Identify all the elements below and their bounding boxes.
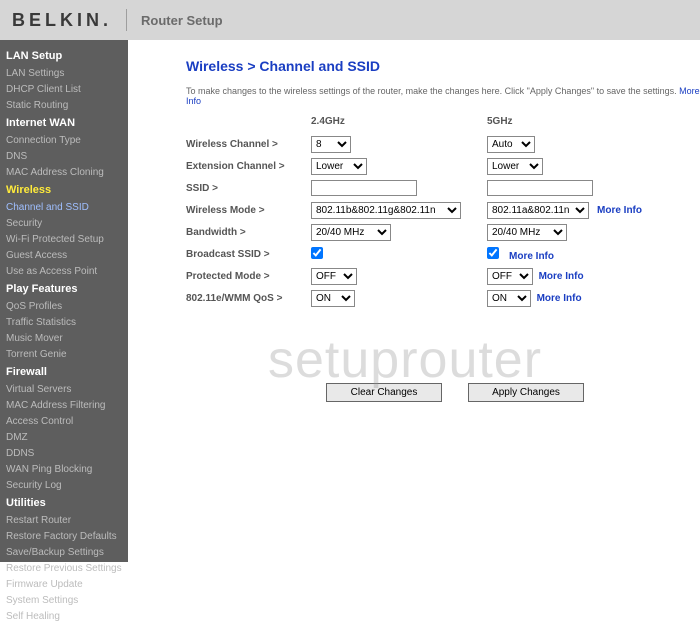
sidebar-item[interactable]: QoS Profiles [0, 298, 128, 314]
sidebar-item[interactable]: Traffic Statistics [0, 314, 128, 330]
sidebar-item[interactable]: MAC Address Cloning [0, 164, 128, 180]
sidebar-head[interactable]: LAN Setup [0, 46, 128, 65]
select-protected-24[interactable]: OFF [311, 268, 357, 285]
sidebar-item[interactable]: DHCP Client List [0, 81, 128, 97]
page-desc: To make changes to the wireless settings… [186, 86, 700, 106]
sidebar-item[interactable]: Torrent Genie [0, 346, 128, 362]
sidebar-item[interactable]: Restore Factory Defaults [0, 528, 128, 544]
sidebar-item[interactable]: Save/Backup Settings [0, 544, 128, 560]
sidebar-item[interactable]: Static Routing [0, 97, 128, 113]
top-title: Router Setup [141, 13, 223, 28]
sidebar-item[interactable]: Use as Access Point [0, 263, 128, 279]
select-mode-5[interactable]: 802.11a&802.11n [487, 202, 589, 219]
desc-text: To make changes to the wireless settings… [186, 86, 677, 96]
select-bw-5[interactable]: 20/40 MHz [487, 224, 567, 241]
col-5ghz: 5GHz [487, 116, 617, 127]
main-content: Wireless > Channel and SSID To make chan… [128, 40, 700, 562]
select-bw-24[interactable]: 20/40 MHz [311, 224, 391, 241]
sidebar-item[interactable]: Connection Type [0, 132, 128, 148]
sidebar-item[interactable]: DMZ [0, 429, 128, 445]
select-mode-24[interactable]: 802.11b&802.11g&802.11n [311, 202, 461, 219]
select-ext-5[interactable]: Lower [487, 158, 543, 175]
label-mode: Wireless Mode > [186, 205, 311, 216]
sidebar-item[interactable]: Firmware Update [0, 576, 128, 592]
sidebar-item[interactable]: Music Mover [0, 330, 128, 346]
sidebar: LAN SetupLAN SettingsDHCP Client ListSta… [0, 40, 128, 562]
sidebar-head[interactable]: Play Features [0, 279, 128, 298]
label-ssid: SSID > [186, 183, 311, 194]
brand-logo: BELKIN. [12, 10, 112, 31]
check-broadcast-5[interactable] [487, 247, 499, 259]
sidebar-item[interactable]: Security [0, 215, 128, 231]
select-ext-24[interactable]: Lower [311, 158, 367, 175]
watermark: setuprouter [268, 330, 542, 390]
more-info-protected[interactable]: More Info [539, 271, 584, 282]
label-protected: Protected Mode > [186, 271, 311, 282]
sidebar-item[interactable]: Wi-Fi Protected Setup [0, 231, 128, 247]
sidebar-head[interactable]: Wireless [0, 180, 128, 199]
select-protected-5[interactable]: OFF [487, 268, 533, 285]
select-channel-5[interactable]: Auto [487, 136, 535, 153]
sidebar-item[interactable]: DNS [0, 148, 128, 164]
check-broadcast-24[interactable] [311, 247, 323, 259]
select-qos-5[interactable]: ON [487, 290, 531, 307]
apply-changes-button[interactable]: Apply Changes [468, 383, 584, 402]
column-headers: 2.4GHz 5GHz [186, 116, 700, 127]
sidebar-item[interactable]: System Settings [0, 592, 128, 608]
label-broadcast: Broadcast SSID > [186, 249, 311, 260]
topbar: BELKIN. Router Setup [0, 0, 700, 40]
input-ssid-24[interactable] [311, 180, 417, 196]
page-title: Wireless > Channel and SSID [186, 58, 700, 74]
sidebar-head[interactable]: Firewall [0, 362, 128, 381]
sidebar-item[interactable]: Guest Access [0, 247, 128, 263]
sidebar-item[interactable]: MAC Address Filtering [0, 397, 128, 413]
col-24ghz: 2.4GHz [311, 116, 487, 127]
sidebar-item[interactable]: Virtual Servers [0, 381, 128, 397]
clear-changes-button[interactable]: Clear Changes [326, 383, 442, 402]
more-info-mode[interactable]: More Info [597, 205, 642, 216]
brand-separator [126, 9, 127, 31]
sidebar-item[interactable]: DDNS [0, 445, 128, 461]
more-info-broadcast[interactable]: More Info [509, 251, 554, 262]
sidebar-item[interactable]: Self Healing [0, 608, 128, 624]
sidebar-item[interactable]: LAN Settings [0, 65, 128, 81]
more-info-qos[interactable]: More Info [537, 293, 582, 304]
label-qos: 802.11e/WMM QoS > [186, 293, 311, 304]
label-ext-channel: Extension Channel > [186, 161, 311, 172]
select-channel-24[interactable]: 8 [311, 136, 351, 153]
sidebar-item[interactable]: WAN Ping Blocking [0, 461, 128, 477]
sidebar-item[interactable]: Access Control [0, 413, 128, 429]
input-ssid-5[interactable] [487, 180, 593, 196]
select-qos-24[interactable]: ON [311, 290, 355, 307]
sidebar-item[interactable]: Restore Previous Settings [0, 560, 128, 576]
label-wireless-channel: Wireless Channel > [186, 139, 311, 150]
sidebar-item[interactable]: Restart Router [0, 512, 128, 528]
sidebar-head[interactable]: Utilities [0, 493, 128, 512]
sidebar-head[interactable]: Internet WAN [0, 113, 128, 132]
sidebar-item[interactable]: Channel and SSID [0, 199, 128, 215]
label-bandwidth: Bandwidth > [186, 227, 311, 238]
sidebar-item[interactable]: Security Log [0, 477, 128, 493]
